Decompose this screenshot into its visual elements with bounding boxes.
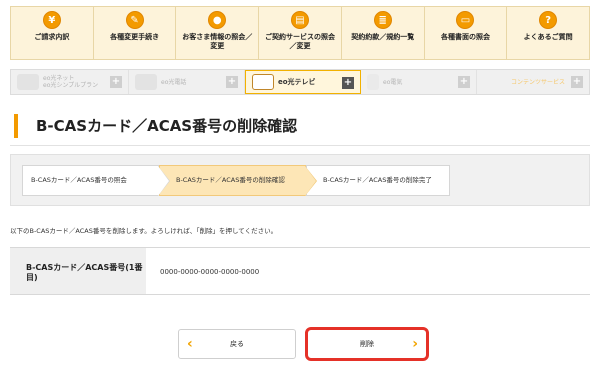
delete-button[interactable]: 削除 › xyxy=(305,327,429,361)
step-2-current: B-CASカード／ACAS番号の削除確認 xyxy=(159,165,317,196)
acas-info-table: B-CASカード／ACAS番号(1番目) 0000-0000-0000-0000… xyxy=(10,247,590,295)
tab-label: eo光テレビ xyxy=(278,77,316,86)
tab-eo-phone[interactable]: eo光電話 + xyxy=(129,70,245,94)
card-icon: ▭ xyxy=(456,11,475,29)
top-navigation: ¥ ご請求内訳 ✎ 各種変更手続き ● お客さま情報の照会／変更 ▤ ご契約サー… xyxy=(10,6,590,60)
nav-documents[interactable]: ▭ 各種書面の照会 xyxy=(425,7,508,59)
tab-eo-tv[interactable]: eo光テレビ + xyxy=(245,70,361,94)
step-1: B-CASカード／ACAS番号の照会 xyxy=(22,165,170,196)
network-icon xyxy=(17,74,39,90)
tab-label: コンテンツサービス xyxy=(511,78,566,86)
plus-icon[interactable]: + xyxy=(342,77,354,89)
plus-icon[interactable]: + xyxy=(226,76,238,88)
nav-contract-services[interactable]: ▤ ご契約サービスの照会／変更 xyxy=(259,7,342,59)
list-icon: ≣ xyxy=(373,11,392,29)
back-label: 戻る xyxy=(230,340,244,348)
nav-label: よくあるご質問 xyxy=(523,33,573,41)
progress-steps: B-CASカード／ACAS番号の照会 B-CASカード／ACAS番号の削除確認 … xyxy=(10,154,590,206)
edit-icon: ✎ xyxy=(125,11,144,29)
person-icon: ● xyxy=(208,11,227,29)
plus-icon[interactable]: + xyxy=(571,76,583,88)
electric-icon xyxy=(367,74,379,90)
nav-faq[interactable]: ? よくあるご質問 xyxy=(507,7,589,59)
nav-label: ご請求内訳 xyxy=(34,33,70,41)
step-label: B-CASカード／ACAS番号の削除完了 xyxy=(323,176,432,184)
chevron-right-icon: › xyxy=(412,336,418,352)
tv-icon xyxy=(252,74,274,90)
nav-terms[interactable]: ≣ 契約約款／規約一覧 xyxy=(342,7,425,59)
nav-changes[interactable]: ✎ 各種変更手続き xyxy=(94,7,177,59)
tab-label: eo光ネット eo光シンプルプラン xyxy=(43,75,99,89)
step-arrow xyxy=(158,166,169,196)
instruction-text: 以下のB-CASカード／ACAS番号を削除します。よろしければ、「削除」を押して… xyxy=(10,227,278,235)
nav-billing[interactable]: ¥ ご請求内訳 xyxy=(11,7,94,59)
tab-label: eo電気 xyxy=(383,78,403,86)
chevron-left-icon: ‹ xyxy=(187,336,193,352)
step-label: B-CASカード／ACAS番号の照会 xyxy=(31,176,127,184)
nav-label: 各種変更手続き xyxy=(110,33,160,41)
tab-eo-net[interactable]: eo光ネット eo光シンプルプラン + xyxy=(11,70,129,94)
step-label: B-CASカード／ACAS番号の削除確認 xyxy=(176,176,285,184)
question-icon: ? xyxy=(539,11,558,29)
nav-label: お客さま情報の照会／変更 xyxy=(182,33,253,50)
service-tabs: eo光ネット eo光シンプルプラン + eo光電話 + eo光テレビ + eo電… xyxy=(10,69,590,95)
document-icon: ▤ xyxy=(291,11,310,29)
yen-icon: ¥ xyxy=(42,11,61,29)
nav-customer-info[interactable]: ● お客さま情報の照会／変更 xyxy=(176,7,260,59)
acas-label: B-CASカード／ACAS番号(1番目) xyxy=(10,248,146,294)
plus-icon[interactable]: + xyxy=(110,76,122,88)
delete-label: 削除 xyxy=(360,340,374,348)
nav-label: 各種書面の照会 xyxy=(440,33,490,41)
tab-content-services[interactable]: コンテンツサービス + xyxy=(477,70,589,94)
plus-icon[interactable]: + xyxy=(458,76,470,88)
tab-eo-electric[interactable]: eo電気 + xyxy=(361,70,477,94)
back-button[interactable]: ‹ 戻る xyxy=(178,329,296,359)
divider xyxy=(10,145,590,146)
step-3: B-CASカード／ACAS番号の削除完了 xyxy=(306,165,450,196)
step-arrow xyxy=(305,166,316,196)
phone-icon xyxy=(135,74,157,90)
nav-label: 契約約款／規約一覧 xyxy=(351,33,415,41)
tab-label: eo光電話 xyxy=(161,78,187,86)
nav-label: ご契約サービスの照会／変更 xyxy=(265,33,336,50)
page-title: B-CASカード／ACAS番号の削除確認 xyxy=(14,114,297,138)
acas-number: 0000-0000-0000-0000-0000 xyxy=(160,268,260,276)
